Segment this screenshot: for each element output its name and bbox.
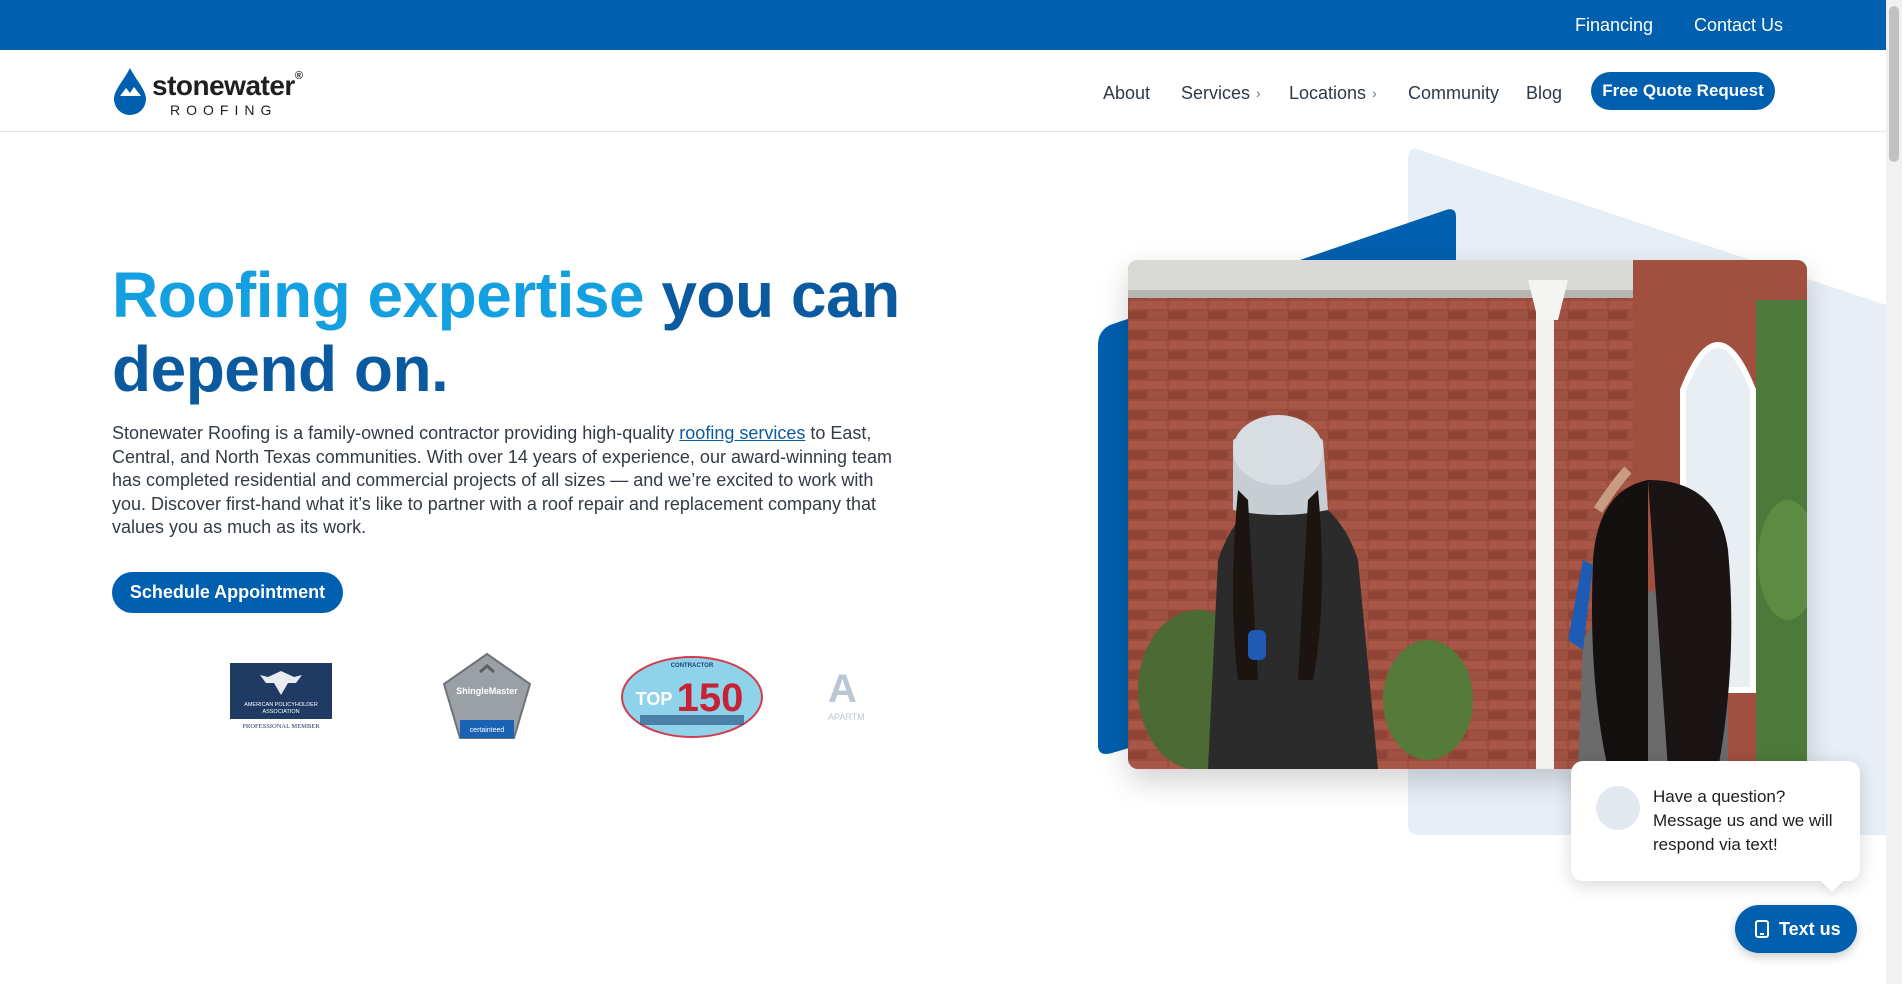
text-us-label: Text us bbox=[1779, 918, 1841, 939]
top-150-contractor-badge: CONTRACTOR TOP 150 bbox=[620, 655, 764, 739]
nav-locations[interactable]: Locations › bbox=[1289, 83, 1377, 104]
svg-text:AMERICAN POLICYHOLDER: AMERICAN POLICYHOLDER bbox=[244, 702, 318, 708]
financing-link[interactable]: Financing bbox=[1575, 15, 1653, 36]
nav-community[interactable]: Community bbox=[1408, 83, 1499, 104]
scrollbar-thumb[interactable] bbox=[1889, 6, 1899, 162]
apa-badge: AMERICAN POLICYHOLDER ASSOCIATION PROFES… bbox=[230, 663, 332, 730]
site-header: stonewater® ROOFING About Services › Loca… bbox=[0, 50, 1886, 132]
hero-headline: Roofing expertise you can depend on. bbox=[112, 258, 932, 406]
chat-bubble-tail bbox=[1820, 869, 1844, 893]
svg-text:ASSOCIATION: ASSOCIATION bbox=[262, 709, 299, 715]
hero-photo bbox=[1128, 260, 1807, 769]
svg-text:150: 150 bbox=[677, 676, 744, 720]
nav-blog[interactable]: Blog bbox=[1526, 83, 1562, 104]
nav-about[interactable]: About bbox=[1103, 83, 1150, 104]
shinglemaster-badge: ShingleMaster certainteed bbox=[440, 652, 534, 740]
site-logo[interactable]: stonewater® ROOFING bbox=[112, 66, 312, 118]
nav-services[interactable]: Services › bbox=[1181, 83, 1261, 104]
contact-us-link[interactable]: Contact Us bbox=[1694, 15, 1783, 36]
svg-text:ShingleMaster: ShingleMaster bbox=[456, 686, 518, 696]
roofing-services-link[interactable]: roofing services bbox=[679, 423, 805, 443]
utility-bar: Financing Contact Us bbox=[0, 0, 1886, 50]
free-quote-button[interactable]: Free Quote Request bbox=[1591, 72, 1775, 110]
text-us-button[interactable]: Text us bbox=[1735, 905, 1857, 953]
schedule-appointment-button[interactable]: Schedule Appointment bbox=[112, 572, 343, 613]
svg-text:APARTM: APARTM bbox=[828, 712, 865, 722]
chevron-right-icon: › bbox=[1372, 85, 1377, 101]
chevron-right-icon: › bbox=[1256, 85, 1261, 101]
svg-text:A: A bbox=[828, 667, 857, 711]
water-drop-icon bbox=[114, 68, 146, 115]
chat-prompt-text: Have a question? Message us and we will … bbox=[1653, 787, 1833, 854]
svg-text:PROFESSIONAL MEMBER: PROFESSIONAL MEMBER bbox=[242, 723, 320, 730]
svg-text:CONTRACTOR: CONTRACTOR bbox=[671, 663, 714, 669]
logo-wordmark: stonewater® bbox=[152, 70, 303, 101]
svg-text:certainteed: certainteed bbox=[470, 727, 505, 734]
phone-icon bbox=[1755, 920, 1769, 938]
chat-prompt[interactable]: Have a question? Message us and we will … bbox=[1571, 761, 1860, 893]
headline-highlight: Roofing expertise bbox=[112, 259, 645, 331]
agent-avatar bbox=[1596, 786, 1640, 830]
apartment-association-badge: A APARTM bbox=[828, 662, 872, 734]
page-scrollbar[interactable] bbox=[1886, 0, 1902, 984]
logo-subtitle: ROOFING bbox=[170, 102, 278, 118]
svg-text:TOP: TOP bbox=[636, 689, 673, 709]
hero-intro: Stonewater Roofing is a family-owned con… bbox=[112, 423, 893, 538]
